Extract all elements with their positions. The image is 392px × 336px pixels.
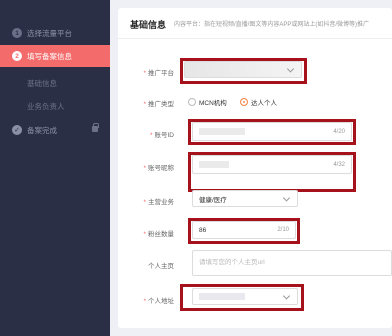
category-label: * 主营业务 — [143, 199, 174, 206]
step-label: 备案完成 — [27, 125, 57, 135]
step-label: 基础信息 — [27, 78, 57, 88]
fans-label: * 粉丝数量 — [143, 231, 174, 238]
step-number: 2 — [12, 51, 22, 61]
step-label: 填写备案信息 — [27, 51, 72, 61]
chevron-down-icon — [282, 193, 291, 202]
platform-label: * 推广平台 — [143, 70, 174, 77]
radio-individual[interactable]: 达人个人 — [240, 97, 277, 107]
step-label: 选择流量平台 — [27, 28, 72, 38]
check-circle-icon: ✓ — [12, 125, 22, 135]
radio-mcn[interactable]: MCN机构 — [188, 97, 227, 107]
account-id-label: * 账号ID — [149, 132, 174, 139]
highlight-box — [180, 58, 307, 84]
radio-selected-icon — [240, 98, 248, 106]
app-root: 1 选择流量平台 2 填写备案信息 基础信息 业务负责人 ✓ 备案完成 基础信息… — [0, 0, 392, 336]
sidebar-step-complete: ✓ 备案完成 — [0, 119, 110, 141]
highlight-box — [188, 218, 300, 244]
highlight-box — [188, 152, 356, 192]
highlight-box — [188, 119, 356, 145]
highlight-box — [180, 284, 304, 311]
step-label: 业务负责人 — [27, 101, 65, 111]
step-number: 1 — [12, 28, 22, 38]
form-panel: 基础信息 内容平台：指在短视频/直播/图文等内容APP或网站上(如抖音/微博等)… — [118, 8, 392, 328]
type-label: * 推广类型 — [143, 101, 174, 108]
sidebar-substep-business-owner[interactable]: 业务负责人 — [0, 95, 110, 117]
location-label: * 个人地址 — [143, 298, 174, 305]
divider — [118, 38, 392, 39]
homepage-textarea[interactable]: 请填写您的个人主页url — [192, 250, 392, 276]
radio-circle-icon — [188, 98, 196, 106]
sidebar-step-select-platform[interactable]: 1 选择流量平台 — [0, 22, 110, 44]
section-title: 基础信息 — [130, 20, 167, 30]
account-name-label: * 账号昵称 — [143, 165, 174, 172]
category-select[interactable]: 健康/医疗 — [192, 190, 298, 207]
section-description: 内容平台：指在短视频/直播/图文等内容APP或网站上(如抖音/微博等)推广 — [174, 22, 370, 28]
lock-icon — [92, 123, 99, 132]
sidebar-substep-basic-info[interactable]: 基础信息 — [0, 72, 110, 94]
sidebar: 1 选择流量平台 2 填写备案信息 基础信息 业务负责人 ✓ 备案完成 — [0, 0, 110, 336]
homepage-label: 个人主页 — [148, 263, 174, 270]
sidebar-step-fill-info[interactable]: 2 填写备案信息 — [0, 45, 110, 67]
